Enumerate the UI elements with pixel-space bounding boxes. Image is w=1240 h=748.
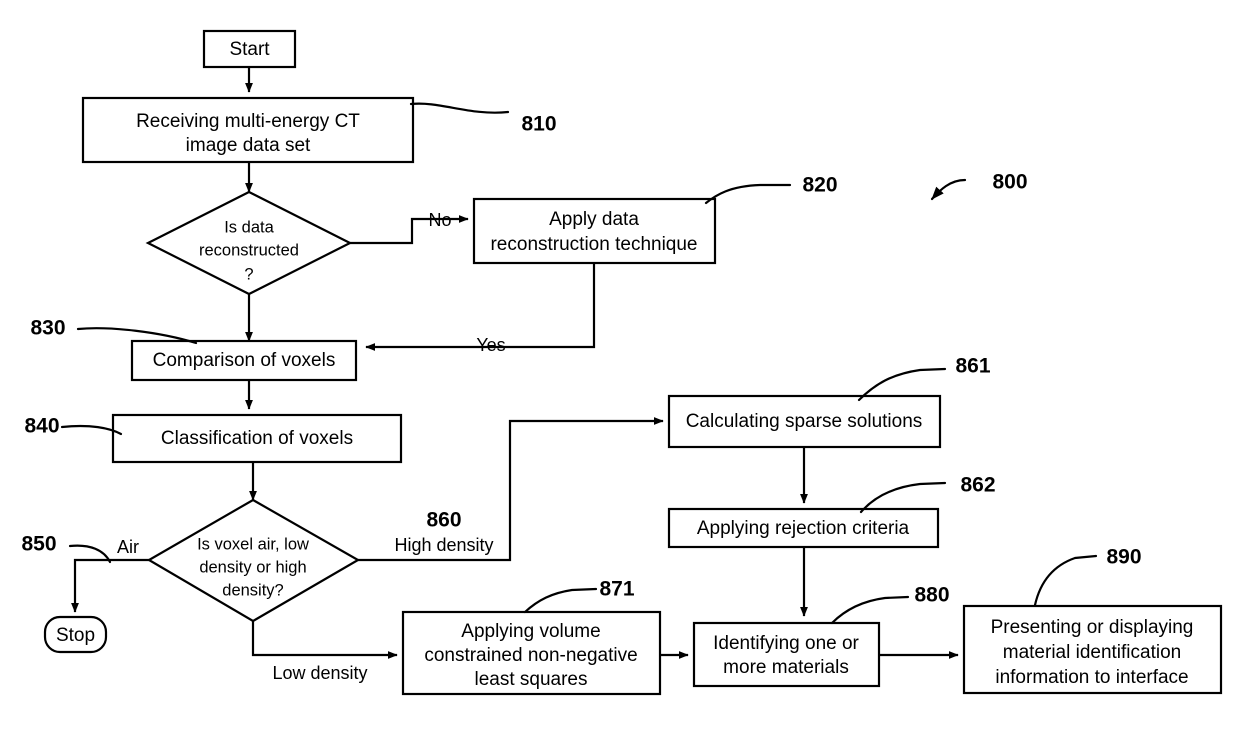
voxel-density-line3: density? — [222, 581, 283, 599]
edge-air-to-stop — [71, 558, 170, 613]
ref-numeral-880: 880 — [914, 584, 949, 607]
node-stop: Stop — [43, 615, 108, 654]
ref-numeral-860: 860 — [426, 509, 461, 532]
node-presenting-information: Presenting or displaying material identi… — [962, 604, 1223, 695]
leader-820 — [704, 183, 792, 205]
leader-800 — [930, 178, 967, 201]
edge-low-density-to-vcnnls — [251, 621, 398, 659]
identifying-materials-line1: Identifying one or — [713, 633, 859, 654]
node-applying-rejection-criteria: Applying rejection criteria — [667, 507, 940, 549]
node-apply-reconstruction: Apply data reconstruction technique — [472, 197, 717, 265]
ref-numeral-861: 861 — [955, 355, 990, 378]
node-receiving: Receiving multi-energy CT image data set — [81, 96, 415, 164]
leader-871 — [523, 587, 598, 614]
voxel-density-line1: Is voxel air, low — [197, 535, 309, 553]
presenting-information-line1: Presenting or displaying — [991, 617, 1194, 638]
ref-numeral-890: 890 — [1106, 546, 1141, 569]
ref-numeral-871: 871 — [599, 578, 634, 601]
ref-numeral-862: 862 — [960, 474, 995, 497]
voxel-density-line2: density or high — [199, 558, 306, 576]
is-data-reconstructed-line3: ? — [244, 265, 253, 283]
apply-reconstruction-line1: Apply data — [549, 209, 639, 230]
receiving-label-line2: image data set — [186, 135, 311, 156]
node-is-data-reconstructed: Is data reconstructed ? — [145, 190, 353, 296]
leader-880 — [830, 595, 910, 625]
start-label: Start — [229, 39, 270, 60]
edge-label-high-density: High density — [394, 535, 493, 555]
ref-numeral-810: 810 — [521, 113, 556, 136]
ref-numeral-800: 800 — [992, 171, 1027, 194]
flowchart-canvas: Start Receiving multi-energy CT image da… — [21, 29, 1223, 696]
node-calculating-sparse-solutions: Calculating sparse solutions — [667, 394, 942, 449]
ref-numeral-840: 840 — [24, 415, 59, 438]
vcnnls-line1: Applying volume — [461, 621, 600, 642]
edge-label-no: No — [428, 210, 451, 230]
stop-label: Stop — [56, 625, 95, 646]
ref-numeral-850: 850 — [21, 533, 56, 556]
leader-890 — [1033, 554, 1098, 607]
node-voxel-density-decision: Is voxel air, low density or high densit… — [146, 498, 361, 623]
comparison-of-voxels-label: Comparison of voxels — [153, 350, 336, 371]
leader-810 — [409, 102, 510, 114]
edge-label-yes: Yes — [476, 335, 505, 355]
node-vcnnls: Applying volume constrained non-negative… — [401, 610, 662, 696]
edge-label-low-density: Low density — [272, 663, 367, 683]
presenting-information-line3: information to interface — [995, 667, 1188, 688]
node-comparison-of-voxels: Comparison of voxels — [130, 339, 358, 382]
calculating-sparse-solutions-label: Calculating sparse solutions — [686, 411, 923, 432]
presenting-information-line2: material identification — [1003, 642, 1181, 663]
leader-862 — [859, 481, 947, 514]
vcnnls-line3: least squares — [474, 669, 587, 690]
identifying-materials-line2: more materials — [723, 657, 849, 678]
apply-reconstruction-line2: reconstruction technique — [490, 234, 697, 255]
receiving-label-line1: Receiving multi-energy CT — [136, 111, 360, 132]
edge-label-air: Air — [117, 537, 139, 557]
is-data-reconstructed-line1: Is data — [224, 218, 274, 236]
node-classification-of-voxels: Classification of voxels — [111, 413, 403, 464]
ref-numeral-820: 820 — [802, 174, 837, 197]
flowchart-diagram: Start Receiving multi-energy CT image da… — [0, 0, 1240, 748]
node-start: Start — [202, 29, 297, 69]
vcnnls-line2: constrained non-negative — [424, 645, 637, 666]
is-data-reconstructed-line2: reconstructed — [199, 241, 299, 259]
classification-of-voxels-label: Classification of voxels — [161, 428, 353, 449]
ref-numeral-830: 830 — [30, 317, 65, 340]
applying-rejection-criteria-label: Applying rejection criteria — [697, 518, 910, 539]
node-identifying-materials: Identifying one or more materials — [692, 621, 881, 688]
